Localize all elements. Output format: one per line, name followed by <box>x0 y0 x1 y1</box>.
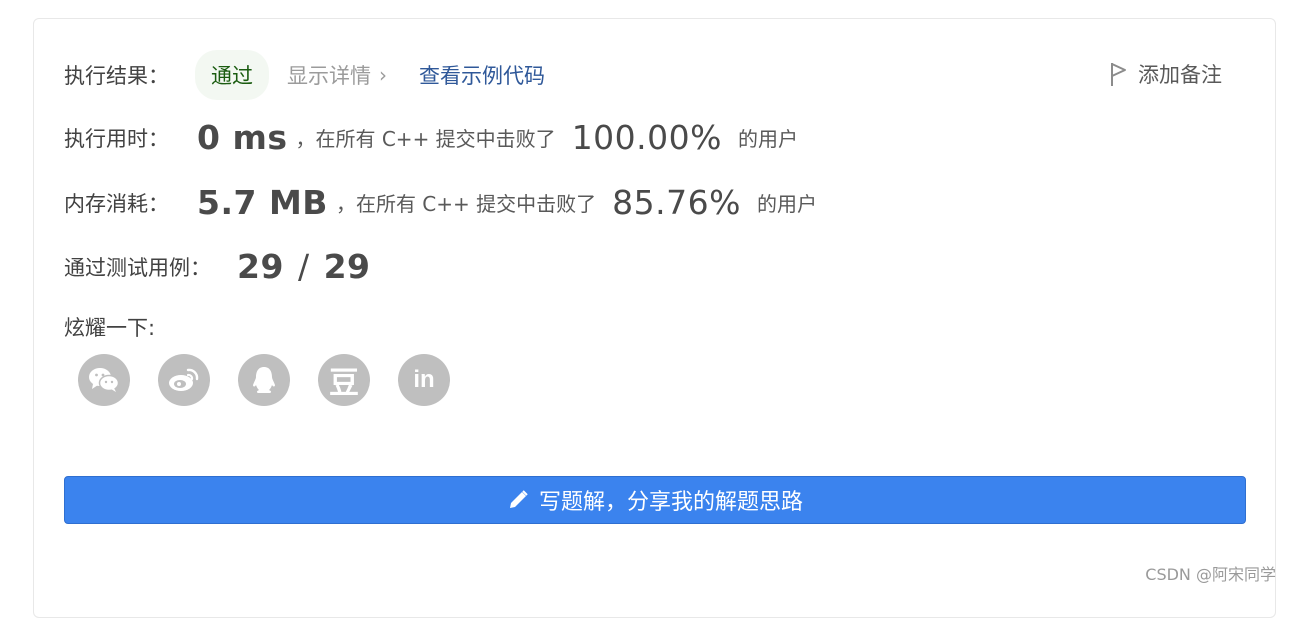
share-linkedin-button[interactable]: in <box>398 354 450 406</box>
write-solution-button[interactable]: 写题解，分享我的解题思路 <box>64 476 1246 524</box>
douban-icon: 豆 <box>329 366 359 401</box>
memory-suffix: 的用户 <box>757 192 817 216</box>
tests-total: 29 <box>323 247 371 286</box>
share-weibo-button[interactable] <box>158 354 210 406</box>
share-qq-button[interactable] <box>238 354 290 406</box>
memory-value: 5.7 MB <box>197 183 328 222</box>
submission-result-card <box>33 18 1276 618</box>
result-label: 执行结果： <box>64 64 169 88</box>
add-note-label: 添加备注 <box>1138 63 1222 87</box>
watermark-text: CSDN @阿宋同学 <box>1145 565 1276 584</box>
status-badge: 通过 <box>195 50 269 100</box>
runtime-value: 0 ms <box>197 118 288 157</box>
write-solution-label: 写题解，分享我的解题思路 <box>538 490 803 515</box>
tests-slash: / <box>297 247 310 286</box>
runtime-compare-text: ，在所有 C++ 提交中击败了 <box>295 127 556 151</box>
linkedin-icon: in <box>413 366 435 393</box>
result-row: 执行结果： 通过 显示详情 › 查看示例代码 <box>64 50 545 100</box>
show-details-label: 显示详情 <box>287 64 371 88</box>
qq-icon <box>253 367 275 393</box>
flag-icon <box>1111 63 1126 86</box>
chevron-right-icon: › <box>379 63 387 87</box>
tests-label: 通过测试用例： <box>64 255 211 280</box>
tests-row: 通过测试用例： 29 / 29 <box>64 247 371 286</box>
runtime-label: 执行用时： <box>64 126 169 151</box>
runtime-row: 执行用时： 0 ms ，在所有 C++ 提交中击败了 100.00% 的用户 <box>64 118 798 157</box>
view-example-code-link[interactable]: 查看示例代码 <box>419 60 545 90</box>
weibo-icon <box>169 368 199 391</box>
share-row: 炫耀一下: <box>64 312 155 342</box>
show-details-button[interactable]: 显示详情 › <box>287 60 387 90</box>
share-wechat-button[interactable] <box>78 354 130 406</box>
memory-compare-text: ，在所有 C++ 提交中击败了 <box>335 192 597 216</box>
pencil-icon <box>509 490 528 508</box>
share-label: 炫耀一下: <box>64 316 156 340</box>
wechat-icon <box>89 368 120 392</box>
runtime-percent: 100.00% <box>571 118 723 157</box>
memory-percent: 85.76% <box>612 183 741 222</box>
share-douban-button[interactable]: 豆 <box>318 354 370 406</box>
tests-passed: 29 <box>237 247 284 286</box>
add-note-button[interactable]: 添加备注 <box>1109 59 1222 89</box>
runtime-suffix: 的用户 <box>738 127 799 151</box>
memory-label: 内存消耗： <box>64 191 169 216</box>
share-icons: 豆 in <box>78 354 478 406</box>
memory-row: 内存消耗： 5.7 MB ，在所有 C++ 提交中击败了 85.76% 的用户 <box>64 183 817 222</box>
